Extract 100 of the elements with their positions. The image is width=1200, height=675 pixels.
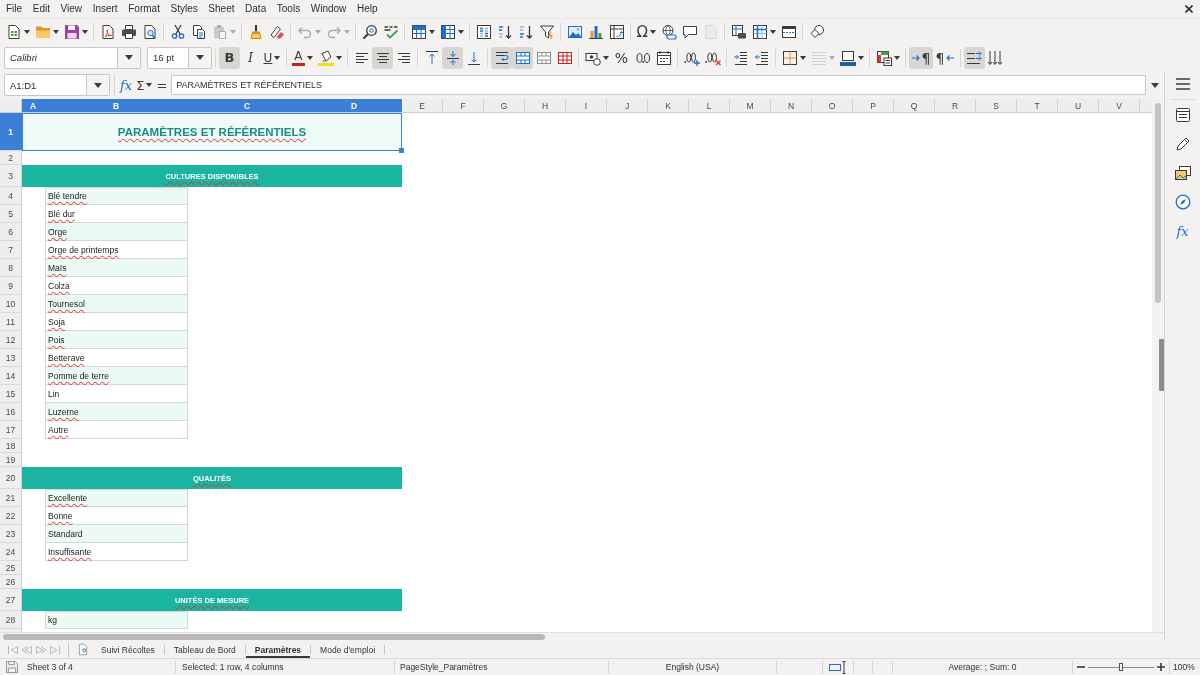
list-cell[interactable]: Tournesol [45, 295, 188, 313]
column-header[interactable]: M [730, 99, 771, 112]
column-header[interactable]: N [771, 99, 812, 112]
menu-item[interactable]: Insert [87, 2, 123, 16]
merged-title-cell[interactable]: PARAMÈTRES ET RÉFÉRENTIELS [22, 113, 402, 151]
function-wizard-button[interactable]: fx [118, 75, 135, 95]
column-header[interactable]: C [188, 99, 307, 112]
formula-button[interactable]: = [154, 75, 170, 95]
sidebar-handle[interactable] [1159, 339, 1164, 391]
column-header[interactable]: J [607, 99, 648, 112]
caret-icon[interactable] [457, 29, 464, 34]
column-header[interactable]: S [976, 99, 1017, 112]
column-header[interactable]: K [648, 99, 689, 112]
list-cell[interactable]: Insuffisante [45, 543, 188, 561]
sheet-tab[interactable]: Mode d'emploi [311, 641, 385, 658]
caret-icon[interactable] [769, 29, 776, 34]
font-name-combobox[interactable]: Calibri [4, 46, 141, 69]
menu-item[interactable]: Edit [27, 2, 55, 16]
conditional-format-icon[interactable] [875, 49, 892, 66]
list-cell[interactable]: Maïs [45, 259, 188, 277]
caret-icon[interactable] [857, 55, 864, 60]
selection-mode-icon[interactable] [829, 660, 847, 674]
menu-item[interactable]: Format [123, 2, 165, 16]
add-sheet-icon[interactable] [78, 643, 88, 656]
list-cell[interactable]: Bonne [45, 507, 188, 525]
underline-button[interactable]: U [261, 46, 283, 69]
font-color-button[interactable]: A [289, 46, 315, 69]
column-header[interactable]: O [812, 99, 853, 112]
list-cell[interactable]: Excellente [45, 489, 188, 507]
list-cell[interactable]: Colza [45, 277, 188, 295]
freeze-panes-icon[interactable] [751, 23, 768, 40]
bold-button[interactable]: B [219, 46, 240, 69]
column-header[interactable]: P [853, 99, 894, 112]
fill-handle[interactable] [399, 148, 404, 153]
column-header[interactable]: H [525, 99, 566, 112]
list-cell[interactable]: Lin [45, 385, 188, 403]
column-header[interactable]: E [402, 99, 443, 112]
list-cell[interactable]: Luzerne [45, 403, 188, 421]
caret-icon[interactable] [125, 55, 133, 60]
caret-icon[interactable] [428, 29, 435, 34]
font-size-combobox[interactable]: 16 pt [147, 46, 212, 69]
column-header[interactable]: G [484, 99, 525, 112]
menu-item[interactable]: Styles [165, 2, 203, 16]
caret-icon[interactable] [274, 55, 281, 60]
sheet-tab[interactable]: Paramètres [245, 641, 311, 658]
close-icon[interactable] [1185, 5, 1193, 13]
column-header[interactable]: A [22, 99, 45, 112]
menu-item[interactable]: Window [305, 2, 352, 16]
caret-icon[interactable] [52, 29, 59, 34]
scrollbar-thumb[interactable] [3, 634, 545, 640]
list-cell[interactable]: Pois [45, 331, 188, 349]
caret-icon[interactable] [649, 29, 656, 34]
save-status-icon[interactable] [6, 661, 18, 673]
caret-icon[interactable] [94, 82, 102, 88]
list-cell[interactable]: Orge de printemps [45, 241, 188, 259]
list-cell[interactable]: Orge [45, 223, 188, 241]
highlighter-icon[interactable] [317, 49, 334, 66]
column-header[interactable]: F [443, 99, 484, 112]
right-to-left-button[interactable]: ¶ [932, 46, 957, 69]
border-color-icon[interactable] [839, 49, 856, 66]
name-box[interactable]: A1:D1 [4, 74, 110, 96]
zoom-in-icon[interactable] [1157, 663, 1165, 671]
slider-thumb[interactable] [1119, 663, 1123, 671]
special-character-button[interactable]: Ω [634, 20, 659, 43]
sheet-tab[interactable]: Tableau de Bord [164, 641, 245, 658]
column-header[interactable]: V [1099, 99, 1140, 112]
table-rows-icon[interactable] [410, 23, 427, 40]
menu-item[interactable]: File [1, 2, 28, 16]
scrollbar-thumb[interactable] [1155, 103, 1161, 303]
list-cell[interactable]: Soja [45, 313, 188, 331]
list-cell[interactable]: Betterave [45, 349, 188, 367]
arrow-left-icon[interactable] [946, 54, 955, 61]
column-header[interactable]: Q [894, 99, 935, 112]
column-header[interactable]: T [1017, 99, 1058, 112]
italic-button[interactable]: I [240, 46, 261, 69]
arrow-right-icon[interactable] [911, 54, 920, 61]
list-cell[interactable]: Autre [45, 421, 188, 439]
column-header[interactable]: D [307, 99, 402, 112]
menu-item[interactable]: Help [351, 2, 383, 16]
caret-icon[interactable] [306, 55, 313, 60]
spreadsheet-document-icon[interactable] [5, 23, 22, 40]
percent-button[interactable]: % [611, 46, 632, 69]
menu-item[interactable]: Sheet [203, 2, 240, 16]
sum-button[interactable]: Σ [134, 75, 155, 95]
caret-icon[interactable] [335, 55, 342, 60]
caret-icon[interactable] [602, 55, 609, 60]
column-header[interactable]: R [935, 99, 976, 112]
menu-item[interactable]: View [55, 2, 88, 16]
column-header[interactable]: U [1058, 99, 1099, 112]
formula-input[interactable]: PARAMÈTRES ET RÉFÉRENTIELS [171, 75, 1146, 95]
list-cell[interactable]: Pomme de terre [45, 367, 188, 385]
caret-icon[interactable] [893, 55, 900, 60]
table-columns-icon[interactable] [439, 23, 456, 40]
caret-icon[interactable] [81, 29, 88, 34]
column-header[interactable]: B [45, 99, 188, 112]
list-cell[interactable]: Blé tendre [45, 187, 188, 205]
caret-icon[interactable] [799, 55, 806, 60]
left-to-right-button[interactable]: ¶ [909, 46, 933, 69]
language[interactable]: English (USA) [665, 662, 720, 672]
caret-icon[interactable] [23, 29, 30, 34]
